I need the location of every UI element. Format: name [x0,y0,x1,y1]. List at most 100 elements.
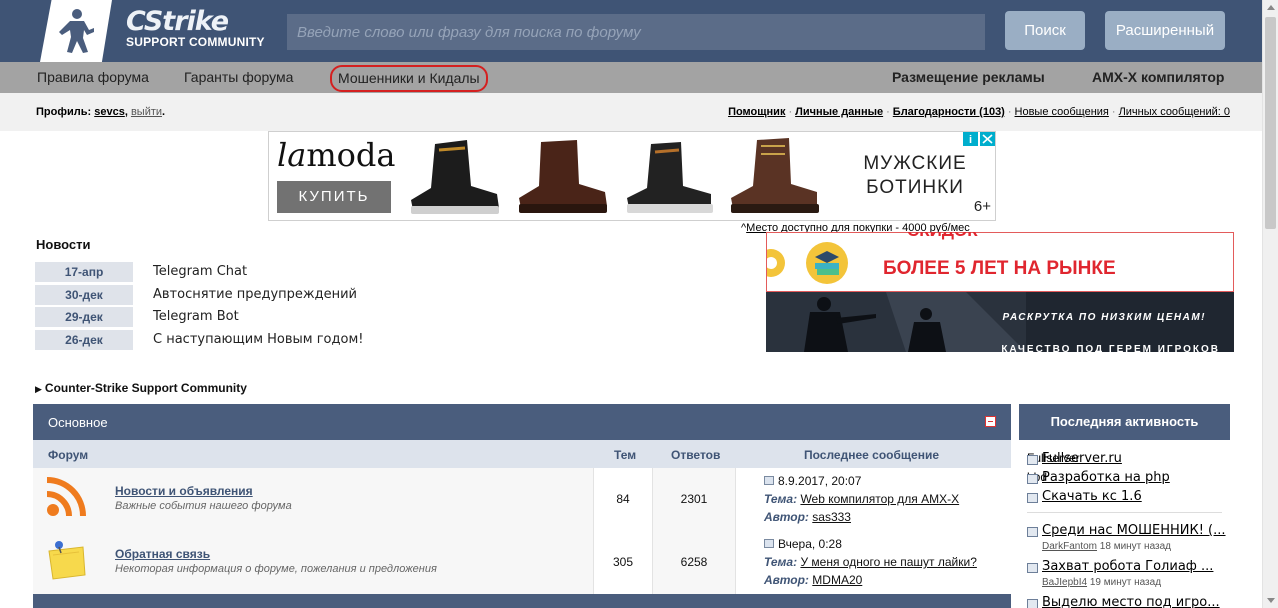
scroll-up-arrow-icon[interactable] [1267,5,1275,10]
soldier-logo-icon [59,9,94,53]
activity-topic-link[interactable]: Выделю место под игро... [1042,595,1220,608]
activity-user-link[interactable]: DarkFantom [1042,541,1097,552]
personal-data-link[interactable]: Личные данные [795,106,883,118]
last-post-topic-link[interactable]: У меня одного не пашут лайки? [800,555,976,569]
private-messages-link[interactable]: Личных сообщений: 0 [1119,106,1230,118]
forum-columns-header: Форум Тем Ответов Последнее сообщение [33,440,1011,468]
news-text[interactable]: Автоснятие предупреждений [153,285,357,305]
activity-time: 18 минут назад [1099,541,1171,552]
last-post: Вчера, 0:28 Тема: У меня одного не пашут… [735,531,1011,594]
news-date: 30-дек [35,285,133,305]
forum-section-header: Основное [33,404,1011,440]
advanced-search-button[interactable]: Расширенный [1105,11,1225,50]
thanks-link[interactable]: Благодарности (103) [893,106,1005,118]
news-item[interactable]: 17-апр Telegram Chat [35,262,635,282]
nav-advertising[interactable]: Размещение рекламы [892,62,1045,93]
svg-text:i: i [969,134,972,146]
books-icon [806,242,848,284]
topic-icon [1027,527,1038,537]
news-text[interactable]: Telegram Chat [153,262,247,282]
news-date: 29-дек [35,307,133,327]
activity-topic-link[interactable]: Fullserver.ru [1042,451,1122,466]
nav-amxx-compiler[interactable]: AMX-X компилятор [1092,62,1224,93]
last-post-author-link[interactable]: MDMA20 [812,573,862,587]
news-text[interactable]: Telegram Bot [153,307,239,327]
sticky-note-icon [48,541,86,580]
ad-buy-button[interactable]: КУПИТЬ [277,181,391,213]
activity-user-link[interactable]: BaJIepbI4 [1042,577,1087,588]
nav-forum-guarantors[interactable]: Гаранты форума [184,62,293,93]
search-input[interactable] [287,14,985,50]
activity-topic-link[interactable]: Среди нас МОШЕННИК! (... [1042,523,1226,538]
topic-icon [1027,599,1038,608]
breadcrumb[interactable]: ▶ Counter-Strike Support Community [35,381,247,395]
lamoda-ad[interactable]: lamoda КУПИТЬ МУЖСКИЕ БОТИНКИ 6+ i [268,131,996,221]
logo-subtitle: SUPPORT COMMUNITY [126,35,265,49]
activity-topic-link[interactable]: Разработка на php [1042,470,1170,485]
activity-item: Разработка на php bbd [1027,470,1170,485]
col-forum: Форум [48,448,89,462]
last-activity-title: Последняя активность [1019,404,1230,440]
scroll-thumb[interactable] [1265,17,1276,229]
forum-description: Важные события нашего форума [115,500,292,512]
nav-scammers[interactable]: Мошенники и Кидалы [330,65,488,92]
boot-image-2 [519,140,607,213]
helper-link[interactable]: Помощник [728,106,785,118]
banner-bottom: РАСКРУТКА ПО НИЗКИМ ЦЕНАМ! КАЧЕСТВО ПОД … [766,292,1234,352]
new-posts-link[interactable]: Новые сообщения [1015,106,1109,118]
news-date: 17-апр [35,262,133,282]
news-title: Новости [36,237,91,252]
forum-row: Новости и объявления Важные события наше… [33,468,1011,531]
collapse-icon[interactable] [985,416,996,427]
search-button[interactable]: Поиск [1005,11,1085,50]
ad-brand: lamoda [277,136,396,174]
activity-topic-link[interactable]: Захват робота Голиаф ... [1042,559,1213,574]
activity-topic-link[interactable]: Скачать кс 1.6 [1042,489,1142,504]
scroll-down-arrow-icon[interactable] [1267,598,1275,603]
news-item[interactable]: 29-дек Telegram Bot [35,307,635,327]
last-post: 8.9.2017, 20:07 Тема: Web компилятор для… [735,468,1011,531]
news-text[interactable]: С наступающим Новым годом! [153,330,363,350]
banner-top: СКИДОК БОЛЕЕ 5 ЛЕТ НА РЫНКЕ [766,232,1234,292]
logo[interactable] [40,0,112,62]
news-item[interactable]: 26-дек С наступающим Новым годом! [35,330,635,350]
topic-icon [1027,455,1038,465]
last-post-topic-link[interactable]: Web компилятор для AMX-X [800,492,959,506]
profile-info: Профиль: sevcs, выйти. [36,106,166,118]
forum-link[interactable]: Новости и объявления [115,484,253,498]
forum-link[interactable]: Обратная связь [115,547,210,561]
logo-text[interactable]: CStrike SUPPORT COMMUNITY [126,8,265,49]
boot-image-4 [731,138,819,213]
profile-username-link[interactable]: sevcs [94,106,125,118]
theme-label: Тема: [764,555,798,569]
banner-top-text: БОЛЕЕ 5 ЛЕТ НА РЫНКЕ [883,258,1116,279]
col-last-post: Последнее сообщение [804,448,939,462]
news-date: 26-дек [35,330,133,350]
news-item[interactable]: 30-дек Автоснятие предупреждений [35,285,635,305]
author-label: Автор: [764,573,809,587]
vertical-scrollbar[interactable] [1262,0,1278,608]
activity-divider [1027,512,1222,513]
header: CStrike SUPPORT COMMUNITY Поиск Расширен… [0,0,1262,62]
profile-label: Профиль: [36,106,92,118]
forum-section-title: Основное [48,415,108,430]
topic-icon [1027,493,1038,503]
nav-forum-rules[interactable]: Правила форума [37,62,149,93]
topics-count: 84 [593,468,653,531]
forum-section-footer [33,594,1011,608]
banner-bottom-cut-text: КАЧЕСТВО ПОД ГЕРЕМ ИГРОКОВ [1001,344,1220,352]
promo-banner[interactable]: СКИДОК БОЛЕЕ 5 ЛЕТ НА РЫНКЕ РАСКРУТКА ПО… [766,232,1234,352]
adchoices-icon[interactable]: i [963,132,995,146]
triangle-right-icon: ▶ [35,384,42,394]
profile-links: Помощник · Личные данные · Благодарности (10… [728,106,1230,118]
last-post-author-link[interactable]: sas333 [812,510,851,524]
activity-item: Fullserver.ru Fullserver [1027,451,1122,466]
banner-top-cut-text: СКИДОК [907,232,978,241]
topics-count: 305 [593,531,653,594]
nav-bar: Правила форума Гаранты форума Мошенники … [0,62,1262,93]
replies-count: 6258 [680,555,708,569]
col-topics: Тем [614,448,637,462]
forum-section: Основное Форум Тем Ответов Последнее соо… [33,404,1011,608]
logout-link[interactable]: выйти [131,106,162,118]
profile-bar: Профиль: sevcs, выйти. Помощник · Личные д… [0,93,1262,131]
